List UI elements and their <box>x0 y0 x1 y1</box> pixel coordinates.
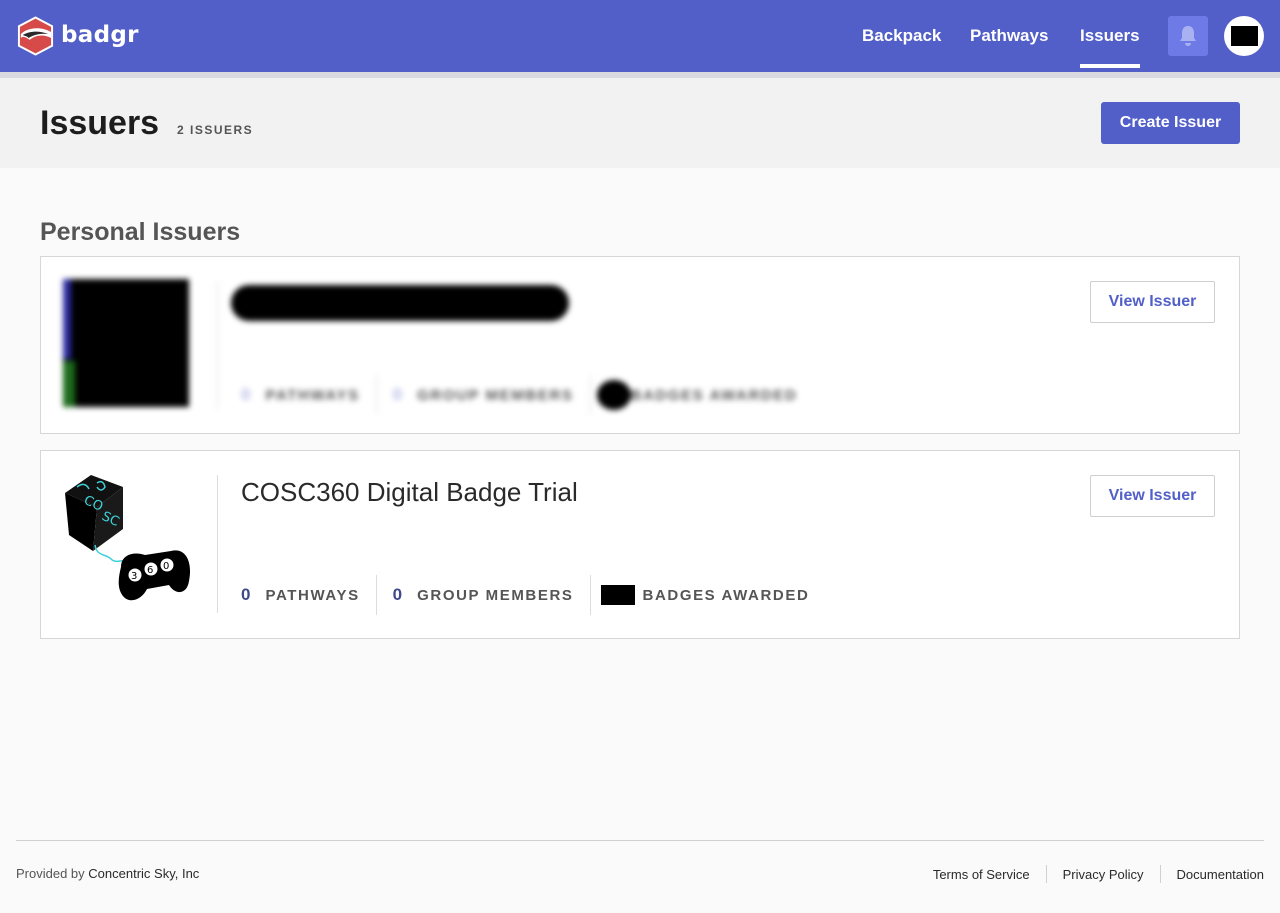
top-nav-bar: badgr Backpack Pathways Issuers <box>0 0 1280 72</box>
provider-link[interactable]: Concentric Sky, Inc <box>88 866 199 881</box>
footer-provider: Provided by Concentric Sky, Inc <box>16 866 199 881</box>
issuer-image: CO SC 3 6 0 <box>65 475 191 601</box>
user-avatar[interactable] <box>1224 16 1264 56</box>
issuer-stats: 0 PATHWAYS 0 GROUP MEMBERS BADGES AWARDE… <box>241 575 809 615</box>
view-issuer-button[interactable]: View Issuer <box>1090 281 1215 323</box>
stat-separator <box>375 575 377 615</box>
footer-divider <box>16 840 1264 841</box>
privacy-policy-link[interactable]: Privacy Policy <box>1047 858 1160 890</box>
svg-text:6: 6 <box>147 565 153 576</box>
view-issuer-button[interactable]: View Issuer <box>1090 475 1215 517</box>
notifications-button[interactable] <box>1168 16 1208 56</box>
issuer-card: CO SC 3 6 0 COSC360 Digital Badge Trial … <box>40 450 1240 639</box>
stat-badges-awarded: BADGES AWARDED <box>600 585 810 605</box>
stat-group-members: 0 GROUP MEMBERS <box>392 385 574 404</box>
page-title: Issuers <box>40 104 160 142</box>
terms-of-service-link[interactable]: Terms of Service <box>917 858 1046 890</box>
create-issuer-button[interactable]: Create Issuer <box>1101 102 1240 144</box>
avatar-image <box>1230 26 1258 46</box>
issuer-card: 0 PATHWAYS 0 GROUP MEMBERS BADGES AWARDE… <box>40 256 1240 434</box>
redacted-value <box>596 380 631 410</box>
issuer-name: COSC360 Digital Badge Trial <box>241 477 578 507</box>
issuer-image <box>63 279 189 407</box>
card-divider <box>217 475 218 613</box>
stat-pathways: 0 PATHWAYS <box>241 585 360 604</box>
stat-separator <box>589 575 591 615</box>
stat-group-members: 0 GROUP MEMBERS <box>392 585 574 604</box>
nav-backpack[interactable]: Backpack <box>862 0 941 72</box>
issuer-count: 2 ISSUERS <box>177 123 254 137</box>
stat-separator <box>589 375 591 415</box>
stat-badges-awarded: BADGES AWARDED <box>596 380 798 410</box>
stat-pathways: 0 PATHWAYS <box>241 385 360 404</box>
card-divider <box>217 281 218 409</box>
provided-by-label: Provided by <box>16 866 85 881</box>
footer-links: Terms of Service Privacy Policy Document… <box>917 858 1264 890</box>
svg-text:3: 3 <box>131 571 137 582</box>
badgr-logo[interactable]: badgr <box>16 16 139 56</box>
badger-logo-icon <box>17 16 54 56</box>
section-title: Personal Issuers <box>40 218 241 246</box>
bell-icon <box>1180 26 1196 46</box>
redacted-value <box>600 585 635 605</box>
documentation-link[interactable]: Documentation <box>1161 858 1264 890</box>
svg-text:0: 0 <box>163 561 169 572</box>
issuer-stats: 0 PATHWAYS 0 GROUP MEMBERS BADGES AWARDE… <box>241 375 797 415</box>
nav-issuers[interactable]: Issuers <box>1080 0 1140 72</box>
issuer-name-redacted <box>231 285 569 321</box>
brand-name: badgr <box>61 22 139 48</box>
nav-pathways[interactable]: Pathways <box>970 0 1048 72</box>
stat-separator <box>375 375 377 415</box>
